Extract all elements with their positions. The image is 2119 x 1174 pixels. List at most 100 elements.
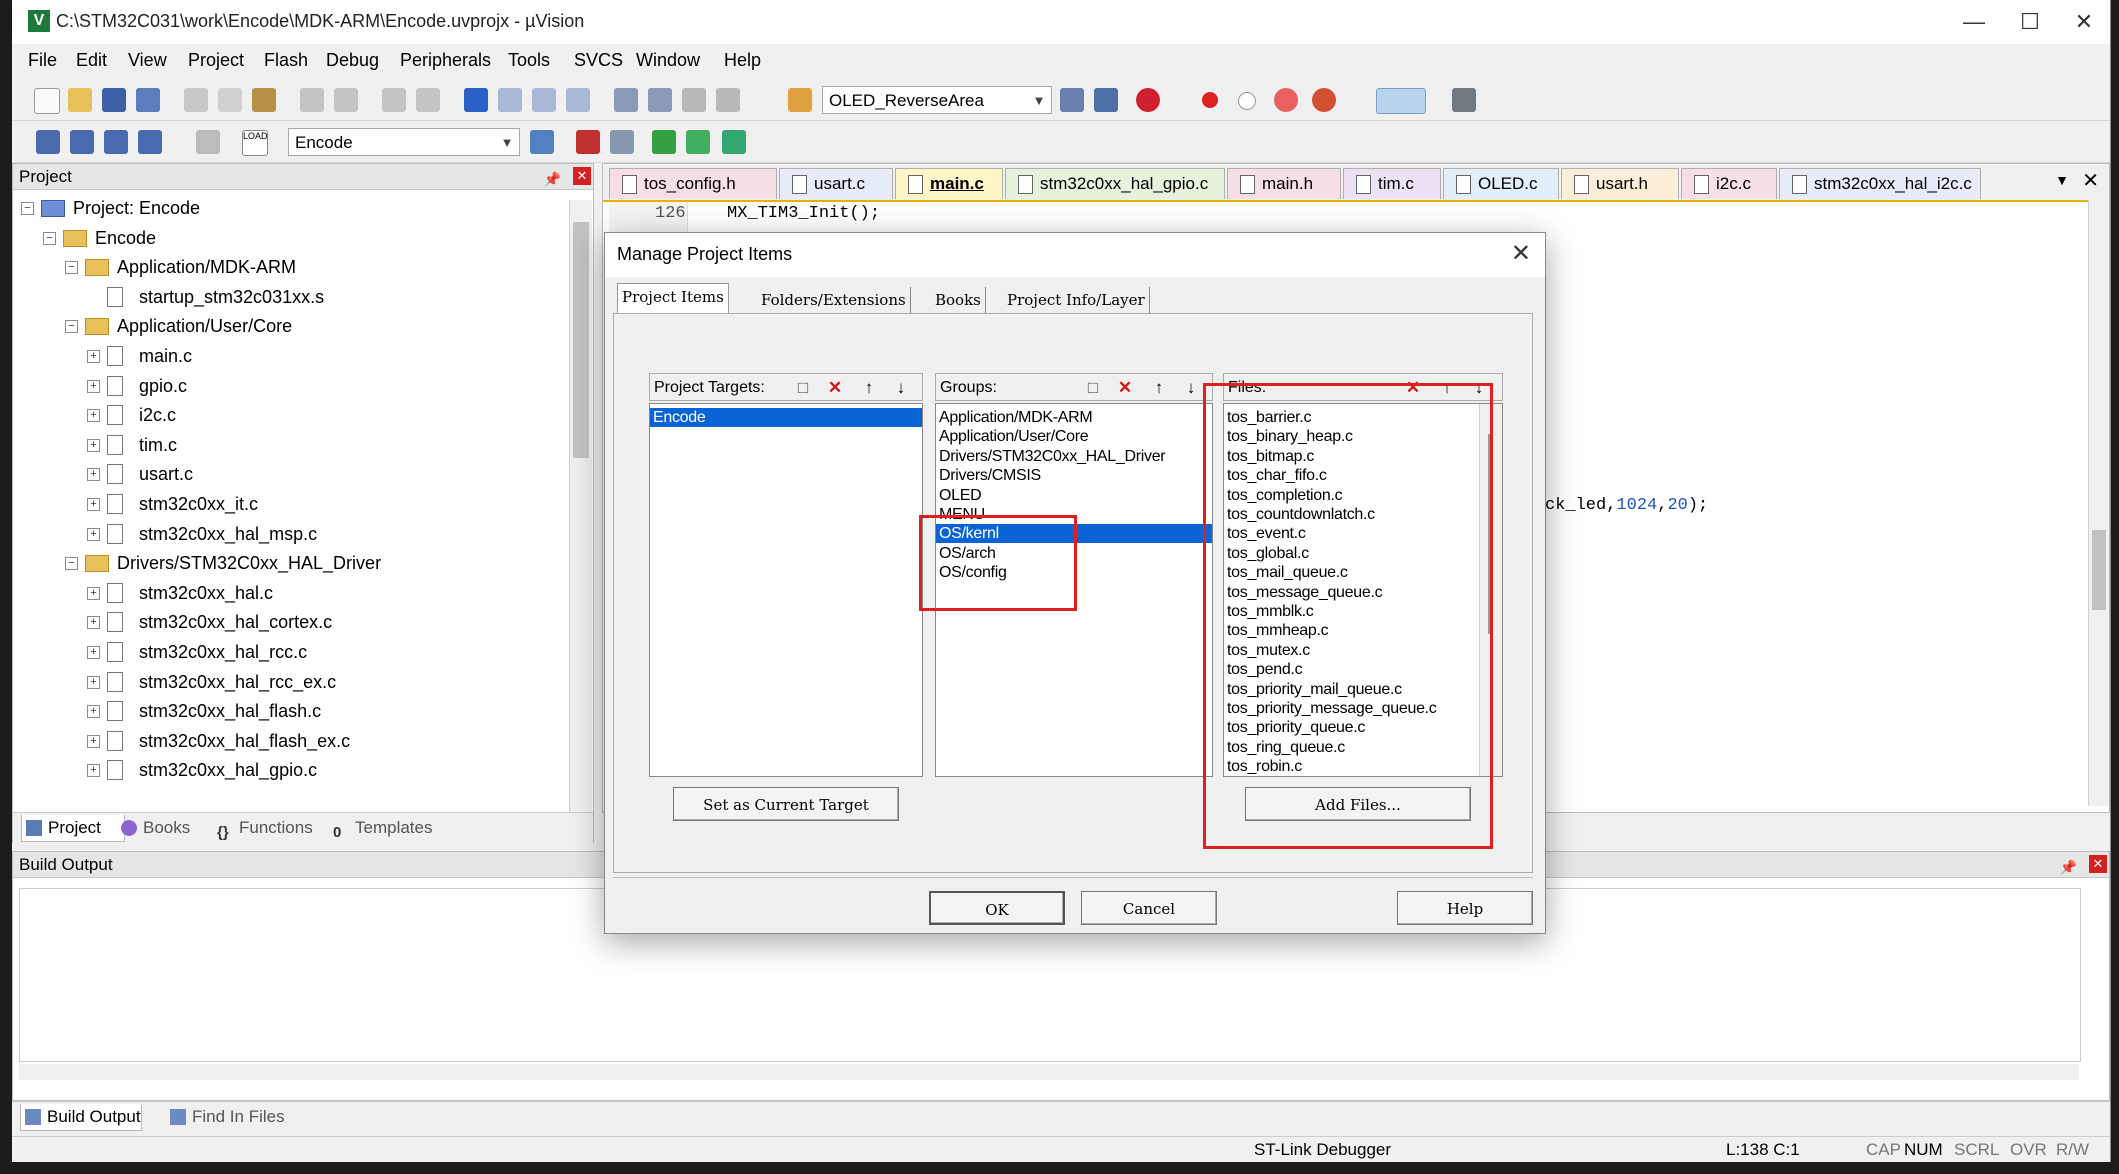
collapse-icon[interactable]: − (21, 202, 34, 215)
rte-icon[interactable] (722, 130, 746, 154)
save-icon[interactable] (102, 88, 126, 112)
target-item[interactable]: Encode (650, 408, 922, 427)
tree-item[interactable]: + stm32c0xx_hal_gpio.c (13, 756, 563, 784)
stop-build-icon[interactable] (196, 130, 220, 154)
expand-icon[interactable]: + (87, 734, 100, 748)
kill-breakpoints-icon[interactable] (1274, 88, 1298, 112)
select-packs-icon[interactable] (652, 130, 676, 154)
breakpoint-icon[interactable] (1202, 92, 1218, 108)
editor-tab[interactable]: OLED.c (1443, 168, 1559, 199)
unindent-icon[interactable] (648, 88, 672, 112)
tree-item[interactable]: + stm32c0xx_hal_cortex.c (13, 608, 563, 636)
project-scrollbar[interactable] (569, 200, 592, 812)
group-item[interactable]: Application/User/Core (939, 427, 1089, 446)
kill-all-breakpoints-icon[interactable] (1312, 88, 1336, 112)
collapse-icon[interactable]: − (65, 261, 78, 275)
undo-icon[interactable] (300, 88, 324, 112)
tree-item[interactable]: + stm32c0xx_hal_rcc_ex.c (13, 668, 563, 696)
prev-bookmark-icon[interactable] (498, 88, 522, 112)
pin-icon[interactable]: 📌 (2060, 854, 2077, 880)
editor-tab[interactable]: stm32c0xx_hal_gpio.c (1005, 168, 1225, 199)
expand-icon[interactable]: + (87, 586, 100, 600)
tree-item[interactable]: + stm32c0xx_hal_flash.c (13, 697, 563, 725)
group-item[interactable]: Drivers/STM32C0xx_HAL_Driver (939, 447, 1166, 466)
move-down-icon[interactable]: ↓ (1180, 377, 1202, 399)
collapse-icon[interactable]: − (65, 557, 78, 571)
ok-button[interactable]: OK (929, 891, 1065, 925)
tab-build-output[interactable]: Build Output (20, 1104, 142, 1131)
expand-icon[interactable]: + (87, 616, 100, 630)
pack-installer-icon[interactable] (686, 130, 710, 154)
tab-functions[interactable]: {} Functions (213, 815, 313, 841)
menu-debug[interactable]: Debug (326, 50, 379, 71)
tab-project-items[interactable]: Project Items (617, 283, 729, 314)
expand-icon[interactable]: + (87, 409, 100, 423)
tree-item[interactable]: − Project: Encode (13, 194, 563, 222)
menu-peripherals[interactable]: Peripherals (400, 50, 491, 71)
window-layout-icon[interactable] (1376, 88, 1426, 114)
expand-icon[interactable]: + (87, 438, 100, 452)
batch-build-icon[interactable] (138, 130, 162, 154)
find-icon[interactable] (1060, 88, 1084, 112)
delete-group-icon[interactable]: ✕ (1114, 377, 1136, 399)
close-pane-icon[interactable]: ✕ (2089, 855, 2107, 873)
tree-item[interactable]: + main.c (13, 342, 563, 370)
uncomment-icon[interactable] (716, 88, 740, 112)
editor-tab[interactable]: main.h (1227, 168, 1341, 199)
cancel-button[interactable]: Cancel (1081, 891, 1217, 925)
paste-icon[interactable] (252, 88, 276, 112)
tree-item[interactable]: + gpio.c (13, 372, 563, 400)
manage-project-items-icon[interactable] (576, 130, 600, 154)
rebuild-icon[interactable] (104, 130, 128, 154)
editor-tab[interactable]: i2c.c (1681, 168, 1777, 199)
targets-list[interactable]: Encode (649, 403, 923, 777)
editor-tab[interactable]: main.c (895, 168, 1003, 199)
move-up-icon[interactable]: ↑ (858, 377, 880, 399)
incremental-find-icon[interactable] (1094, 88, 1118, 112)
editor-scrollbar[interactable] (2088, 200, 2109, 806)
delete-target-icon[interactable]: ✕ (824, 377, 846, 399)
bookmark-icon[interactable] (464, 88, 488, 112)
scroll-thumb[interactable] (573, 222, 589, 458)
open-folder-icon[interactable] (68, 88, 92, 112)
cut-icon[interactable] (184, 88, 208, 112)
code-line[interactable]: MX_TIM3_Init(); (727, 204, 880, 223)
tree-item[interactable]: + i2c.c (13, 401, 563, 429)
expand-icon[interactable]: + (87, 675, 100, 689)
menu-tools[interactable]: Tools (508, 50, 550, 71)
clear-bookmarks-icon[interactable] (566, 88, 590, 112)
tree-item[interactable]: + stm32c0xx_hal_flash_ex.c (13, 727, 563, 755)
tree-item[interactable]: + usart.c (13, 460, 563, 488)
move-down-icon[interactable]: ↓ (890, 377, 912, 399)
find-in-files-icon[interactable] (788, 88, 812, 112)
collapse-icon[interactable]: − (65, 320, 78, 334)
move-up-icon[interactable]: ↑ (1148, 377, 1170, 399)
tree-item[interactable]: startup_stm32c031xx.s (13, 283, 563, 311)
expand-icon[interactable]: + (87, 468, 100, 482)
load-icon[interactable]: LOAD (242, 130, 268, 156)
disable-breakpoint-icon[interactable] (1238, 92, 1256, 110)
nav-forward-icon[interactable] (416, 88, 440, 112)
tree-item[interactable]: − Drivers/STM32C0xx_HAL_Driver (13, 549, 563, 577)
target-combo[interactable]: Encode ▼ (288, 128, 520, 156)
set-as-current-target-button[interactable]: Set as Current Target (673, 787, 899, 821)
tree-item[interactable]: + stm32c0xx_hal.c (13, 579, 563, 607)
build-output-hscrollbar[interactable] (19, 1064, 2079, 1080)
maximize-button[interactable]: ☐ (2010, 6, 2050, 38)
menu-view[interactable]: View (128, 50, 167, 71)
chevron-down-icon[interactable]: ▼ (1029, 87, 1049, 115)
new-target-icon[interactable]: □ (792, 377, 814, 399)
menu-window[interactable]: Window (636, 50, 700, 71)
tree-item[interactable]: + stm32c0xx_it.c (13, 490, 563, 518)
next-bookmark-icon[interactable] (532, 88, 556, 112)
tab-templates[interactable]: 0 Templates (329, 815, 432, 841)
tree-item[interactable]: − Encode (13, 224, 563, 252)
expand-icon[interactable]: + (87, 646, 100, 659)
group-item[interactable]: Application/MDK-ARM (939, 408, 1093, 427)
redo-icon[interactable] (334, 88, 358, 112)
new-file-icon[interactable] (34, 88, 60, 114)
tree-item[interactable]: + stm32c0xx_hal_rcc.c (13, 638, 563, 666)
pin-icon[interactable]: 📌 (544, 166, 561, 192)
menu-edit[interactable]: Edit (76, 50, 107, 71)
editor-tab[interactable]: stm32c0xx_hal_i2c.c (1779, 168, 1981, 199)
